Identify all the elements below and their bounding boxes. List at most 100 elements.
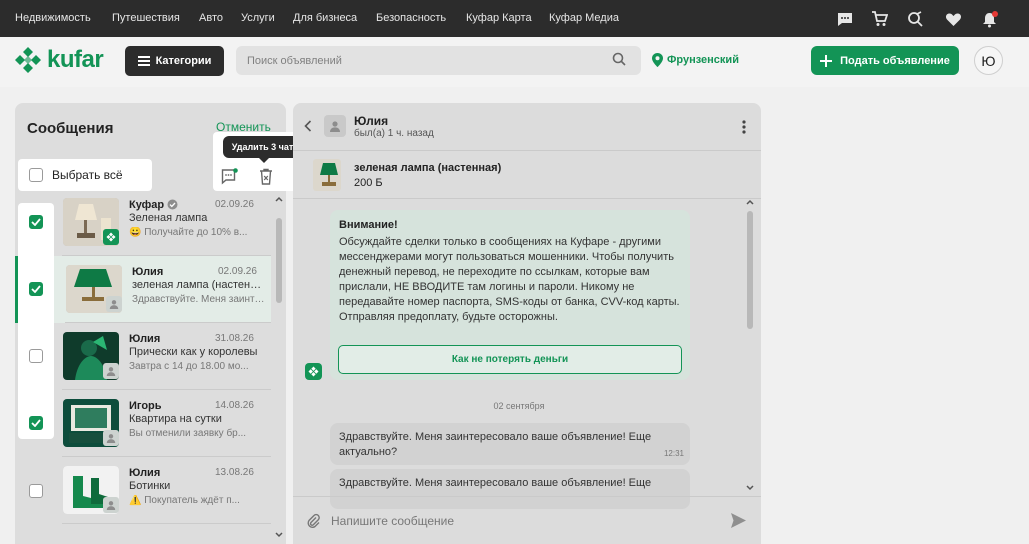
location-selector[interactable]: Фрунзенский [652,53,739,67]
chat-checkbox[interactable] [29,416,43,430]
chat-checkbox[interactable] [29,349,43,363]
scroll-down-icon[interactable] [746,485,754,491]
top-nav-link[interactable]: Куфар Карта [466,12,532,24]
user-avatar-icon [103,363,119,379]
top-nav-bar: Недвижимость Путешествия Авто Услуги Для биз… [0,0,1029,37]
header: kufar Категории Фрунзенский Подать объяв… [0,37,1029,87]
message-composer [293,496,761,544]
scroll-thumb[interactable] [747,211,753,329]
product-thumbnail [313,159,341,191]
divider [62,523,271,524]
location-pin-icon [652,53,663,67]
chat-ad-title: Зеленая лампа [129,212,208,224]
delete-icon[interactable] [259,168,273,185]
chat-checkbox[interactable] [29,484,43,498]
chat-sender: Игорь [129,400,162,412]
chat-ad-title: Прически как у королевы [129,346,258,358]
top-nav-link[interactable]: Для бизнеса [293,12,357,24]
chat-sender: Юлия [129,333,161,345]
chat-sender: Юлия [132,266,164,278]
chat-sender: Куфар [129,199,178,211]
top-nav-link[interactable]: Куфар Медиа [549,12,619,24]
kufar-logo[interactable]: kufar [14,46,104,74]
safety-tips-button[interactable]: Как не потерять деньги [338,345,682,374]
top-nav-link[interactable]: Путешествия [112,12,180,24]
chat-ad-title: Ботинки [129,480,171,492]
chat-user-name: Юлия [354,114,389,128]
user-avatar-icon [106,296,122,312]
select-all-control[interactable]: Выбрать всё [18,159,152,191]
mark-read-icon[interactable] [221,168,239,185]
categories-button[interactable]: Категории [125,46,224,76]
chat-header: Юлия был(а) 1 ч. назад [293,103,761,151]
message-text: Здравствуйте. Меня заинтересовало ваше о… [339,477,652,489]
plus-icon [820,54,833,67]
chat-date: 13.08.26 [215,467,254,478]
bell-icon[interactable] [980,10,998,28]
top-nav-link[interactable]: Услуги [241,12,275,24]
select-all-checkbox[interactable] [29,168,43,182]
chat-preview: Здравствуйте. Меня заинтересовало... [132,294,266,305]
chat-preview: ⚠️ Покупатель ждёт п... [129,495,240,506]
location-label: Фрунзенский [667,54,739,66]
search-compare-icon[interactable] [906,10,924,28]
chat-date: 14.08.26 [215,400,254,411]
more-options-icon[interactable] [742,120,746,134]
top-nav-link[interactable]: Недвижимость [15,12,91,24]
kufar-logo-icon [15,47,41,73]
product-title: зеленая лампа (настенная) [354,162,502,174]
user-avatar-icon [103,497,119,513]
post-ad-label: Подать объявление [840,54,950,67]
message-time: 12:31 [663,449,684,458]
top-nav-link[interactable]: Авто [199,12,223,24]
cart-icon[interactable] [870,10,888,28]
chat-date: 02.09.26 [218,266,257,277]
chat-list-scrollbar[interactable] [273,196,285,538]
send-icon[interactable] [730,512,747,529]
chat-icon[interactable] [836,10,854,28]
top-nav-link[interactable]: Безопасность [376,12,446,24]
back-icon[interactable] [304,120,312,132]
scroll-thumb[interactable] [276,218,282,303]
chat-last-seen: был(а) 1 ч. назад [354,128,434,139]
logo-text: kufar [47,46,104,73]
chat-scrollbar[interactable] [744,199,756,491]
chat-ad-title: зеленая лампа (настенная) [132,279,266,291]
chat-panel: Юлия был(а) 1 ч. назад зеленая лампа (на… [293,103,761,544]
user-avatar-icon [324,115,346,137]
attach-icon[interactable] [306,513,320,529]
chat-ad-title: Квартира на сутки [129,413,222,425]
chat-date: 31.08.26 [215,333,254,344]
safety-warning: Внимание! Обсуждайте сделки только в соо… [330,210,690,380]
search-input[interactable] [236,46,641,75]
categories-label: Категории [155,55,212,67]
date-separator: 02 сентября [493,401,545,411]
chat-sender: Юлия [129,467,161,479]
chat-list-item[interactable]: Юлия 13.08.26 Ботинки ⚠️ Покупатель ждёт п.… [15,457,271,524]
chat-preview: Вы отменили заявку бр... [129,428,247,439]
scroll-up-icon[interactable] [746,199,754,205]
search-icon[interactable] [612,52,626,66]
verified-icon [167,199,178,210]
chat-checkbox-column [18,203,54,439]
product-price: 200 Б [354,177,383,189]
user-avatar[interactable]: Ю [974,46,1003,75]
scroll-down-icon[interactable] [275,532,283,538]
message-input[interactable] [331,507,711,535]
select-all-label: Выбрать всё [52,168,123,182]
chat-preview: Завтра с 14 до 18.00 мо... [129,361,249,372]
heart-icon[interactable] [944,10,962,28]
chat-checkbox[interactable] [29,215,43,229]
chat-checkbox[interactable] [29,282,43,296]
menu-icon [137,56,150,66]
chat-date: 02.09.26 [215,199,254,210]
scroll-up-icon[interactable] [275,196,283,202]
user-avatar-icon [103,430,119,446]
warning-text: Обсуждайте сделки только в сообщениях на… [339,236,680,323]
chat-preview: 😀 Получайте до 10% в... [129,227,248,238]
message-text: Здравствуйте. Меня заинтересовало ваше о… [339,431,652,458]
kufar-badge-icon [103,229,119,245]
post-ad-button[interactable]: Подать объявление [811,46,959,75]
warning-title: Внимание! [339,219,398,231]
chat-product-card[interactable]: зеленая лампа (настенная) 200 Б [293,151,761,199]
